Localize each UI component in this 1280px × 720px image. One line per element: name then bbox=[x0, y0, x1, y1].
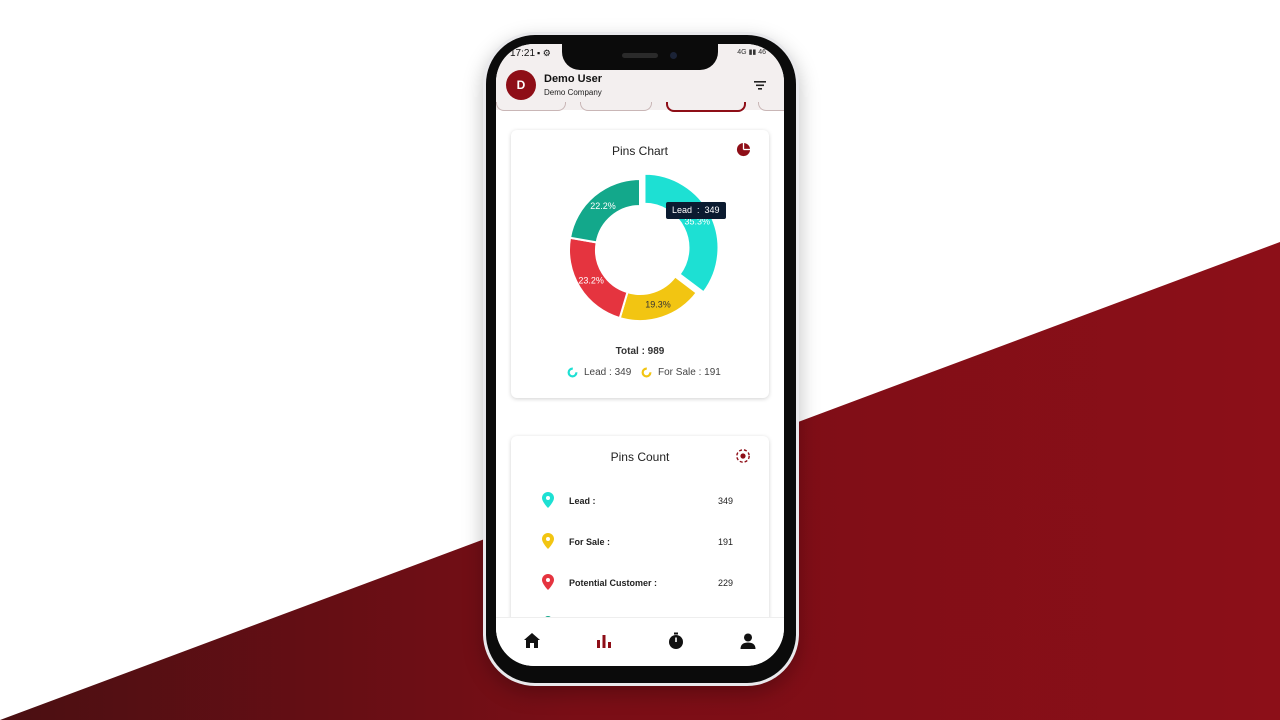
pie-chart-icon[interactable] bbox=[736, 142, 751, 157]
status-signal: 4G ▮▮ 46 bbox=[737, 49, 766, 56]
pin-row-lead: Lead : 349 bbox=[496, 492, 784, 512]
filter-chip[interactable] bbox=[758, 102, 784, 111]
lead-legend-icon bbox=[567, 367, 578, 378]
home-icon[interactable] bbox=[523, 632, 541, 650]
donut-slice[interactable] bbox=[643, 172, 720, 294]
for-sale-legend-icon bbox=[641, 367, 652, 378]
bottom-navigation bbox=[496, 617, 784, 666]
pin-row-value: 191 bbox=[718, 537, 734, 547]
company-name: Demo Company bbox=[544, 88, 602, 97]
stopwatch-icon[interactable] bbox=[667, 632, 685, 650]
pin-row-value: 229 bbox=[718, 578, 734, 588]
map-pin-icon bbox=[542, 574, 554, 590]
avatar[interactable]: D bbox=[506, 70, 536, 100]
donut-slice-label: 19.3% bbox=[645, 300, 671, 310]
phone-speaker bbox=[622, 53, 658, 58]
chart-tooltip: Lead : 349 bbox=[666, 202, 726, 219]
profile-icon[interactable] bbox=[739, 632, 757, 650]
map-pin-icon bbox=[542, 492, 554, 508]
pin-row-label: Lead : bbox=[569, 496, 596, 506]
bar-chart-icon[interactable] bbox=[595, 632, 613, 650]
legend-lead: Lead : 349 bbox=[567, 367, 631, 378]
filter-icon[interactable] bbox=[753, 78, 767, 92]
donut-slice-label: 23.2% bbox=[578, 275, 604, 285]
pin-row-label: For Sale : bbox=[569, 537, 611, 547]
avatar-letter: D bbox=[516, 78, 526, 92]
location-target-icon[interactable] bbox=[735, 448, 751, 464]
filter-chip[interactable] bbox=[580, 102, 652, 111]
pin-row-for-sale: For Sale : 191 bbox=[496, 533, 784, 553]
legend-for-sale-label: For Sale : 191 bbox=[658, 367, 721, 378]
legend-for-sale: For Sale : 191 bbox=[641, 367, 721, 378]
filter-chip-active[interactable] bbox=[666, 102, 746, 112]
pins-donut-chart: 35.3%19.3%23.2%22.2% bbox=[568, 172, 720, 322]
status-time: 17:21 bbox=[510, 48, 536, 59]
user-name: Demo User bbox=[544, 73, 603, 85]
map-pin-icon bbox=[542, 533, 554, 549]
status-icons: ▪ ⚙ bbox=[537, 48, 551, 58]
phone-camera bbox=[670, 52, 677, 59]
pin-row-value: 349 bbox=[718, 496, 734, 506]
app-screen: 17:21 ▪ ⚙ 4G ▮▮ 46 D Demo User Demo Comp… bbox=[496, 44, 784, 666]
donut-slice-label: 22.2% bbox=[590, 201, 616, 211]
filter-chip[interactable] bbox=[496, 102, 566, 111]
pin-row-label: Potential Customer : bbox=[569, 578, 658, 588]
chart-total: Total : 989 bbox=[615, 346, 665, 357]
pin-row-potential-customer: Potential Customer : 229 bbox=[496, 574, 784, 594]
legend-lead-label: Lead : 349 bbox=[584, 367, 632, 378]
